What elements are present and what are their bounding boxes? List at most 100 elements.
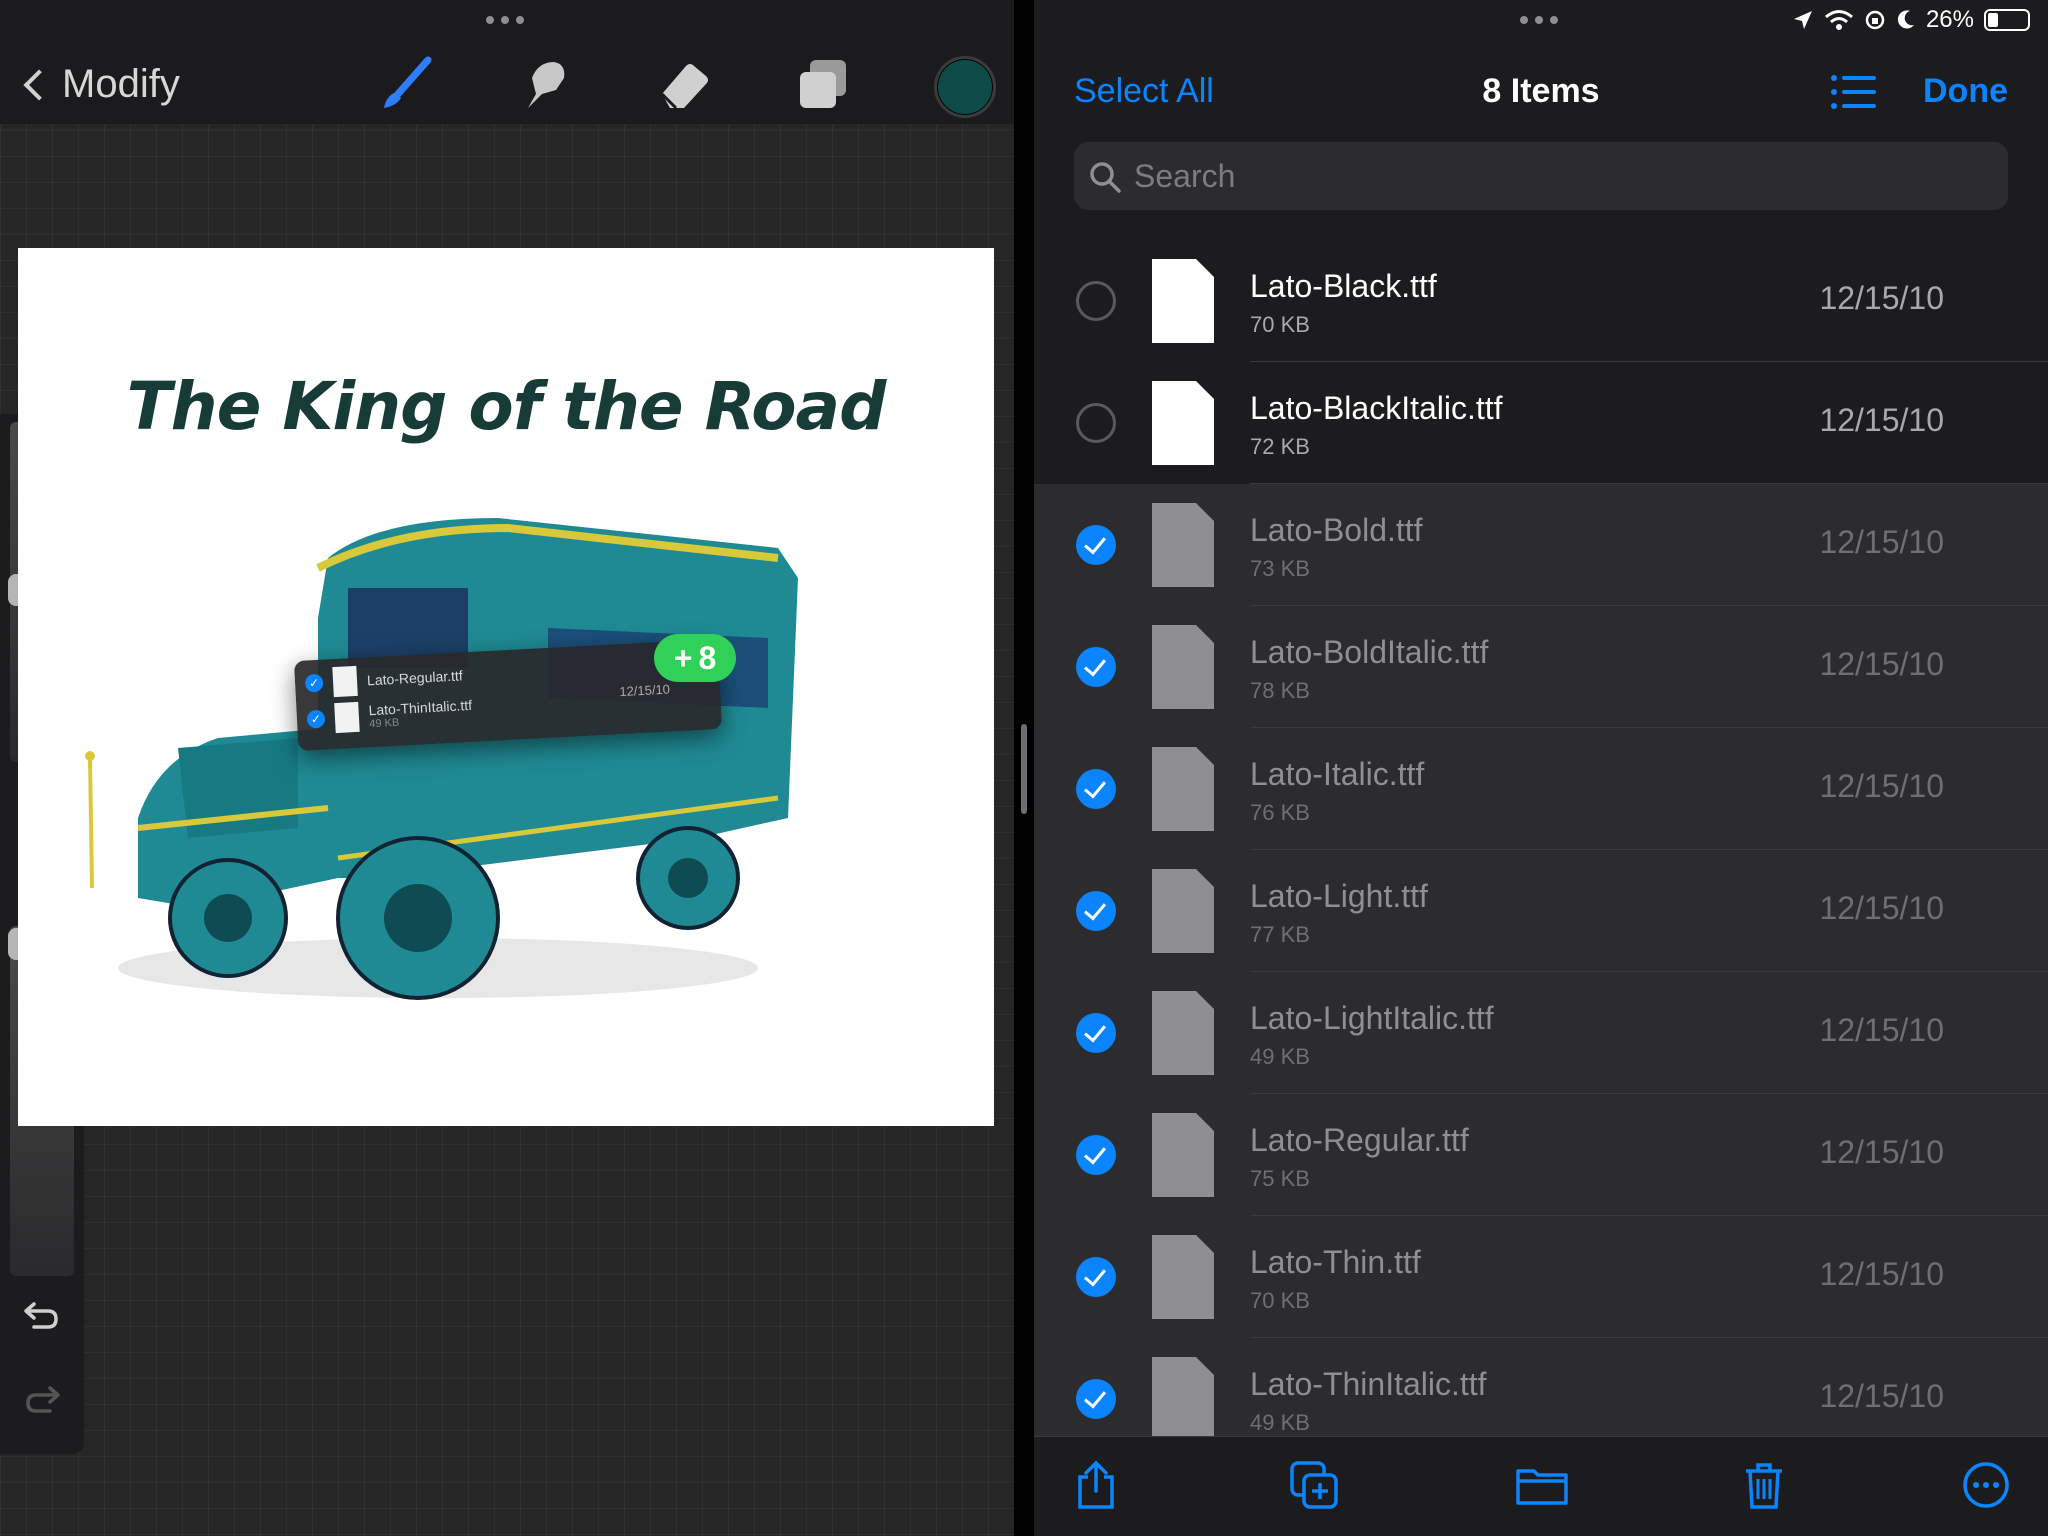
search-input[interactable] <box>1134 142 1994 210</box>
file-icon <box>1148 257 1216 345</box>
file-date: 12/15/10 <box>1819 1256 1944 1293</box>
procreate-pane: Modify <box>0 0 1014 1536</box>
drag-count-badge: + 8 <box>654 634 736 682</box>
eraser-icon[interactable] <box>654 54 714 114</box>
file-date: 12/15/10 <box>1819 1378 1944 1415</box>
file-icon <box>334 702 360 733</box>
trash-icon[interactable] <box>1738 1459 1790 1511</box>
file-row[interactable]: Lato-LightItalic.ttf 49 KB 12/15/10 <box>1034 972 2048 1094</box>
drag-preview-item: ✓ Lato-Regular.ttf <box>304 660 463 698</box>
empty-circle-icon[interactable] <box>1076 281 1116 321</box>
drag-preview-item: ✓ Lato-ThinItalic.ttf 49 KB <box>306 696 473 735</box>
file-row[interactable]: Lato-Light.ttf 77 KB 12/15/10 <box>1034 850 2048 972</box>
file-size: 76 KB <box>1250 800 1310 826</box>
split-view-divider[interactable] <box>1014 0 1034 1536</box>
file-size: 49 KB <box>1250 1410 1310 1436</box>
list-view-icon[interactable] <box>1830 74 1876 110</box>
drag-count-value: 8 <box>698 640 716 677</box>
file-name: Lato-Light.ttf <box>1250 878 1428 915</box>
undo-icon[interactable] <box>22 1294 62 1334</box>
checkmark-circle-icon[interactable] <box>1076 647 1116 687</box>
drag-preview-date: 12/15/10 <box>619 682 670 700</box>
file-list: Lato-Black.ttf 70 KB 12/15/10 Lato-Black… <box>1034 240 2048 1460</box>
empty-circle-icon[interactable] <box>1076 403 1116 443</box>
multitasking-dots[interactable] <box>1520 16 1558 24</box>
file-date: 12/15/10 <box>1819 1134 1944 1171</box>
checkmark-circle-icon[interactable] <box>1076 769 1116 809</box>
file-row[interactable]: Lato-Italic.ttf 76 KB 12/15/10 <box>1034 728 2048 850</box>
search-icon <box>1088 160 1122 194</box>
file-name: Lato-Bold.ttf <box>1250 512 1423 549</box>
file-name: Lato-BlackItalic.ttf <box>1250 390 1503 427</box>
file-icon <box>1148 623 1216 711</box>
brush-icon[interactable] <box>376 54 436 114</box>
file-row[interactable]: Lato-BoldItalic.ttf 78 KB 12/15/10 <box>1034 606 2048 728</box>
file-name: Lato-Italic.ttf <box>1250 756 1424 793</box>
file-name: Lato-Black.ttf <box>1250 268 1437 305</box>
checkmark-circle-icon[interactable] <box>1076 1257 1116 1297</box>
checkmark-icon: ✓ <box>305 674 324 693</box>
modify-label: Modify <box>62 62 180 107</box>
move-folder-icon[interactable] <box>1514 1459 1570 1511</box>
smudge-icon[interactable] <box>514 54 574 114</box>
share-icon[interactable] <box>1070 1459 1122 1511</box>
file-name: Lato-Thin.ttf <box>1250 1244 1421 1281</box>
chevron-left-icon <box>23 69 54 100</box>
files-nav-bar: Select All 8 Items Done <box>1034 60 2048 122</box>
canvas-title-text: The King of the Road <box>18 368 994 445</box>
file-date: 12/15/10 <box>1819 280 1944 317</box>
bottom-toolbar <box>1034 1436 2048 1536</box>
multitasking-dots[interactable] <box>486 16 524 24</box>
file-size: 70 KB <box>1250 1288 1310 1314</box>
modify-back-button[interactable]: Modify <box>20 62 180 107</box>
file-date: 12/15/10 <box>1819 1012 1944 1049</box>
moon-icon <box>1896 9 1916 31</box>
file-icon <box>1148 379 1216 467</box>
file-row[interactable]: Lato-Regular.ttf 75 KB 12/15/10 <box>1034 1094 2048 1216</box>
file-size: 77 KB <box>1250 922 1310 948</box>
more-icon[interactable] <box>1960 1459 2012 1511</box>
file-date: 12/15/10 <box>1819 524 1944 561</box>
done-button[interactable]: Done <box>1923 72 2008 111</box>
jeepney-illustration <box>78 498 958 1018</box>
file-date: 12/15/10 <box>1819 890 1944 927</box>
drag-preview-text: Lato-ThinItalic.ttf 49 KB <box>368 697 473 730</box>
color-picker-button[interactable] <box>934 56 996 118</box>
layers-icon[interactable] <box>794 54 854 114</box>
duplicate-icon[interactable] <box>1288 1459 1340 1511</box>
split-view-handle[interactable] <box>1021 724 1027 814</box>
file-name: Lato-LightItalic.ttf <box>1250 1000 1494 1037</box>
file-name: Lato-BoldItalic.ttf <box>1250 634 1488 671</box>
file-row[interactable]: Lato-Bold.ttf 73 KB 12/15/10 <box>1034 484 2048 606</box>
file-icon <box>1148 1111 1216 1199</box>
file-size: 72 KB <box>1250 434 1310 460</box>
file-date: 12/15/10 <box>1819 646 1944 683</box>
file-name: Lato-Regular.ttf <box>1250 1122 1469 1159</box>
file-icon <box>1148 867 1216 955</box>
checkmark-circle-icon[interactable] <box>1076 1013 1116 1053</box>
status-bar: 26% <box>1792 6 2030 34</box>
drag-preview-filename: Lato-Regular.ttf <box>367 667 463 688</box>
wifi-icon <box>1824 9 1854 31</box>
file-row[interactable]: Lato-BlackItalic.ttf 72 KB 12/15/10 <box>1034 362 2048 484</box>
search-bar[interactable] <box>1074 142 2008 210</box>
file-size: 75 KB <box>1250 1166 1310 1192</box>
file-icon <box>1148 745 1216 833</box>
file-row[interactable]: Lato-Black.ttf 70 KB 12/15/10 <box>1034 240 2048 362</box>
orientation-lock-icon <box>1864 9 1886 31</box>
file-size: 73 KB <box>1250 556 1310 582</box>
checkmark-circle-icon[interactable] <box>1076 525 1116 565</box>
checkmark-circle-icon[interactable] <box>1076 1379 1116 1419</box>
redo-icon[interactable] <box>22 1378 62 1418</box>
file-icon <box>1148 501 1216 589</box>
location-icon <box>1792 9 1814 31</box>
file-row[interactable]: Lato-Thin.ttf 70 KB 12/15/10 <box>1034 1216 2048 1338</box>
file-date: 12/15/10 <box>1819 402 1944 439</box>
file-size: 49 KB <box>1250 1044 1310 1070</box>
checkmark-circle-icon[interactable] <box>1076 1135 1116 1175</box>
battery-percentage: 26% <box>1926 6 1974 34</box>
file-date: 12/15/10 <box>1819 768 1944 805</box>
file-size: 70 KB <box>1250 312 1310 338</box>
file-icon <box>1148 1355 1216 1443</box>
checkmark-circle-icon[interactable] <box>1076 891 1116 931</box>
